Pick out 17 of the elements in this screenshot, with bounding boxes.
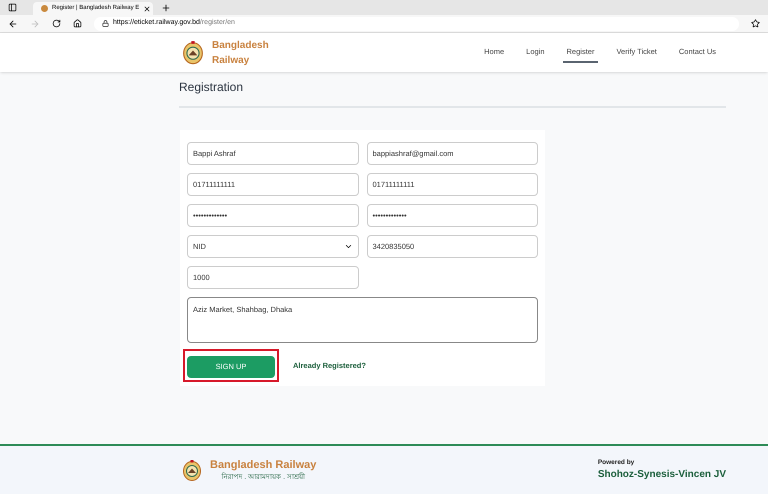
company-name: Shohoz-Synesis-Vincen JV xyxy=(598,468,726,482)
favorite-icon[interactable] xyxy=(751,19,760,28)
footer-brand: Bangladesh Railway xyxy=(210,458,316,472)
chevron-down-icon xyxy=(344,242,352,251)
close-icon[interactable] xyxy=(143,4,152,12)
reload-icon[interactable] xyxy=(52,19,61,28)
emblem-icon xyxy=(182,458,202,482)
new-tab-icon[interactable] xyxy=(161,3,171,13)
home-icon[interactable] xyxy=(73,19,82,28)
lock-icon xyxy=(102,20,109,27)
brand-name: Railway xyxy=(212,54,250,68)
emblem-icon xyxy=(182,40,204,66)
back-icon[interactable] xyxy=(8,18,18,28)
page-title: Registration xyxy=(179,78,726,108)
tab-actions-icon[interactable] xyxy=(8,3,17,12)
brand-name: Bangladesh xyxy=(212,38,269,52)
favicon-icon xyxy=(41,5,48,12)
